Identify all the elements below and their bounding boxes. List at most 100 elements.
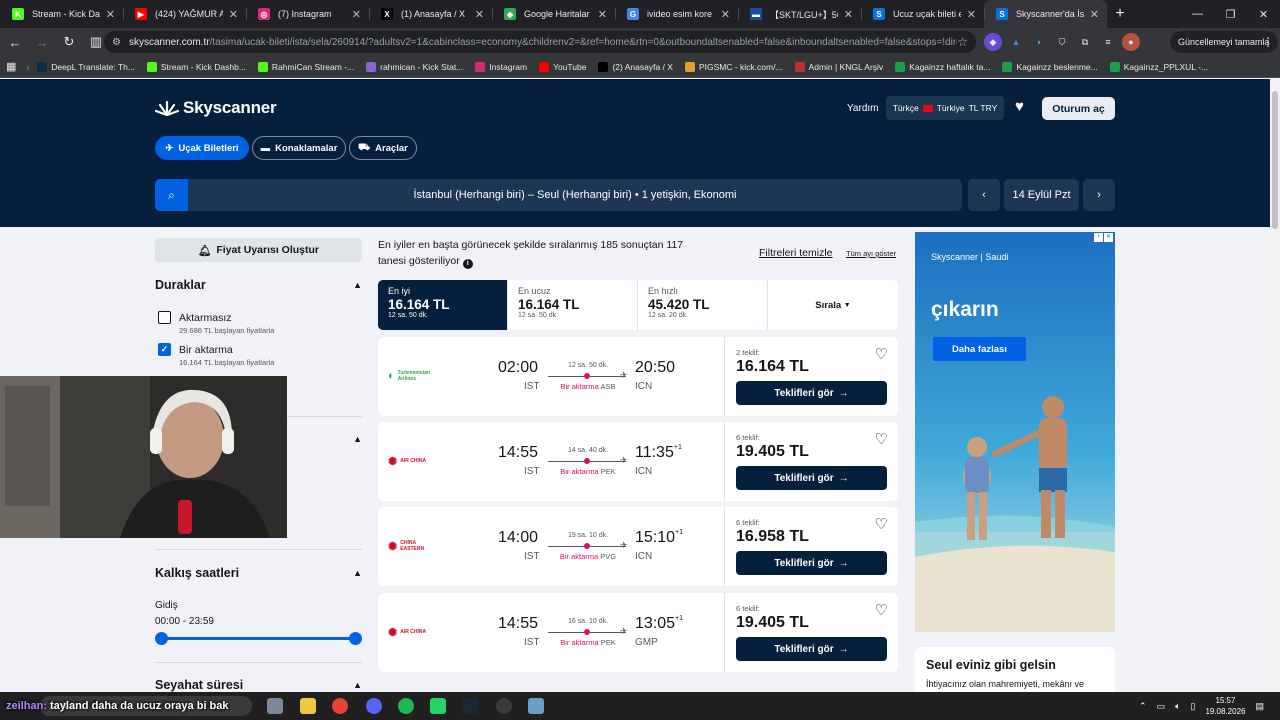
browser-tab[interactable]: S Skyscanner'da İstanb ✕ (984, 0, 1107, 28)
duration-section-header[interactable]: Seyahat süresi ▲ (155, 678, 362, 692)
puzzle-icon[interactable]: ⧉ (1076, 33, 1094, 51)
whatsapp-icon[interactable] (430, 698, 446, 714)
saved-heart-icon[interactable]: ♥ (1015, 98, 1024, 115)
extension-icon[interactable]: ▲ (1007, 33, 1025, 51)
browser-tab[interactable]: X (1) Anasayfa / X ✕ (369, 0, 492, 28)
price-alert-button[interactable]: 🔔︎ Fiyat Uyarısı Oluştur (155, 238, 362, 262)
slider-start-handle[interactable] (155, 632, 168, 645)
tab-close-icon[interactable]: ✕ (475, 8, 484, 21)
chevron-up-icon[interactable]: ⌃ (1139, 701, 1147, 712)
advertisement-banner[interactable]: i ✕ Skyscanner | Saudi çıkarın Daha fazl… (915, 232, 1115, 632)
ad-more-button[interactable]: Daha fazlası (933, 337, 1026, 361)
prev-date-button[interactable]: ‹ (968, 179, 1000, 211)
forward-icon[interactable]: → (30, 30, 54, 54)
view-deals-button[interactable]: Teklifleri gör → (736, 466, 887, 490)
site-info-icon[interactable]: ⚙ (112, 37, 121, 48)
tab-close-icon[interactable]: ✕ (844, 8, 853, 21)
tab-close-icon[interactable]: ✕ (352, 8, 361, 21)
discord-icon[interactable] (366, 698, 382, 714)
media-icon[interactable]: ≡ (1099, 33, 1117, 51)
bookmark-item[interactable]: RahmiCan Stream -... (257, 61, 354, 72)
next-date-button[interactable]: › (1083, 179, 1115, 211)
info-icon[interactable]: i (462, 259, 473, 269)
shield-icon[interactable]: ⛉ (1053, 33, 1071, 51)
notifications-icon[interactable]: ▤ (1255, 701, 1264, 712)
tab-close-icon[interactable]: ✕ (106, 8, 115, 21)
locale-selector[interactable]: Türkçe Türkiye TL TRY (886, 96, 1004, 120)
battery-icon[interactable]: ▯ (1190, 701, 1195, 712)
bookmark-item[interactable]: YouTube (539, 61, 586, 72)
address-bar[interactable]: ⚙ skyscanner.com.tr/tasima/ucak-bileti/i… (104, 31, 976, 53)
heart-icon[interactable]: ♡ (875, 601, 888, 619)
steam-icon[interactable] (462, 698, 478, 714)
view-deals-button[interactable]: Teklifleri gör → (736, 381, 887, 405)
signin-button[interactable]: Oturum aç (1042, 97, 1115, 120)
tab-close-icon[interactable]: ✕ (1090, 8, 1099, 21)
stops-section-header[interactable]: Duraklar ▲ (155, 278, 362, 292)
heart-icon[interactable]: ♡ (875, 345, 888, 363)
restore-icon[interactable]: ❐ (1214, 0, 1247, 28)
app-icon[interactable] (528, 698, 544, 714)
scrollbar-thumb[interactable] (1272, 91, 1278, 229)
date-display[interactable]: 14 Eylül Pzt (1004, 179, 1079, 211)
departure-times-header[interactable]: Kalkış saatleri ▲ (155, 566, 362, 580)
tab-close-icon[interactable]: ✕ (721, 8, 730, 21)
show-whole-month-link[interactable]: Tüm ayı göster (846, 249, 896, 258)
bookmark-item[interactable]: PIGSMC - kick.com/... (684, 61, 783, 72)
bookmark-item[interactable]: Instagram (475, 61, 527, 72)
sort-dropdown[interactable]: Sırala ▼ (768, 280, 898, 330)
tab-close-icon[interactable]: ✕ (967, 8, 976, 21)
view-deals-button[interactable]: Teklifleri gör → (736, 551, 887, 575)
browser-tab[interactable]: ▶ (424) YAĞMUR ALTIN ✕ (123, 0, 246, 28)
flight-result-card[interactable]: ✺ AIR CHINA 14:55 IST 16 sa. 10 dk. ✈ Bir akta… (378, 593, 898, 672)
nav-flights[interactable]: ✈ Uçak Biletleri (155, 136, 249, 160)
minimize-icon[interactable]: — (1181, 0, 1214, 28)
tab-best[interactable]: En iyi 16.164 TL 12 sa. 50 dk. (378, 280, 508, 330)
ad-close-icon[interactable]: ✕ (1104, 233, 1113, 242)
tab-fastest[interactable]: En hızlı 45.420 TL 12 sa. 20 dk. (638, 280, 768, 330)
extension-icon[interactable]: ◆ (984, 33, 1002, 51)
chrome-icon[interactable] (332, 698, 348, 714)
avatar[interactable]: ● (1122, 33, 1140, 51)
volume-icon[interactable]: 🔈︎ (1175, 701, 1180, 712)
close-window-icon[interactable]: ✕ (1247, 0, 1280, 28)
browser-tab[interactable]: ▬ 【SKT/LGU+】5G/4G Y ✕ (738, 0, 861, 28)
browser-tab[interactable]: S Ucuz uçak bileti en u ✕ (861, 0, 984, 28)
apps-icon[interactable]: ▦ (6, 60, 16, 73)
one-stop-checkbox[interactable]: ✓ (158, 343, 171, 356)
slider-end-handle[interactable] (349, 632, 362, 645)
spotify-icon[interactable] (398, 698, 414, 714)
tab-cheapest[interactable]: En ucuz 16.164 TL 12 sa. 50 dk. (508, 280, 638, 330)
bookmark-star-icon[interactable]: ☆ (957, 35, 968, 49)
search-icon[interactable]: ⌕ (155, 179, 188, 211)
page-scrollbar[interactable] (1270, 79, 1280, 692)
bookmark-item[interactable]: Kagainzz haftalık ta... (895, 61, 990, 72)
bookmark-item[interactable]: Stream - Kick Dashb... (146, 61, 246, 72)
bookmark-item[interactable]: DeepL Translate: Th... (37, 61, 135, 72)
clear-filters-link[interactable]: Filtreleri temizle (759, 247, 833, 259)
bookmark-item[interactable]: rahmican - Kick Stat... (366, 61, 463, 72)
nav-hotels[interactable]: ▬ Konaklamalar (252, 136, 346, 160)
flight-result-card[interactable]: ✺ AIR CHINA 14:55 IST 14 sa. 40 dk. ✈ Bir akta… (378, 422, 898, 501)
new-tab-button[interactable]: + (1107, 0, 1133, 28)
taskview-icon[interactable] (267, 698, 283, 714)
bookmark-item[interactable]: Admin | KNGL Arşiv (794, 61, 883, 72)
bookmark-item[interactable]: Kagainzz_PPLXUL -... (1109, 61, 1208, 72)
clock[interactable]: 15:57 19.08.2026 (1205, 695, 1245, 717)
destination-promo-card[interactable]: Seul eviniz gibi gelsin İhtiyacınız olan… (915, 647, 1115, 692)
direct-checkbox[interactable] (158, 311, 171, 324)
heart-icon[interactable]: ♡ (875, 515, 888, 533)
tab-close-icon[interactable]: ✕ (598, 8, 607, 21)
obs-icon[interactable] (496, 698, 512, 714)
browser-tab[interactable]: ◎ (7) Instagram ✕ (246, 0, 369, 28)
search-summary-bar[interactable]: ⌕ İstanbul (Herhangi biri) – Seul (Herha… (155, 179, 962, 211)
heart-icon[interactable]: ♡ (875, 430, 888, 448)
bookmark-item[interactable]: (2) Anasayfa / X (598, 61, 673, 72)
skyscanner-logo[interactable]: Skyscanner (155, 98, 277, 118)
tab-close-icon[interactable]: ✕ (229, 8, 238, 21)
bookmark-item[interactable]: Kagainzz beslenme... (1002, 61, 1098, 72)
view-deals-button[interactable]: Teklifleri gör → (736, 637, 887, 661)
flight-result-card[interactable]: ◐ Turkmenistan Airlines 02:00 IST 12 sa. 50 … (378, 337, 898, 416)
browser-tab[interactable]: Givideo esim kore - Go ✕ (615, 0, 738, 28)
back-icon[interactable]: ← (3, 30, 27, 54)
